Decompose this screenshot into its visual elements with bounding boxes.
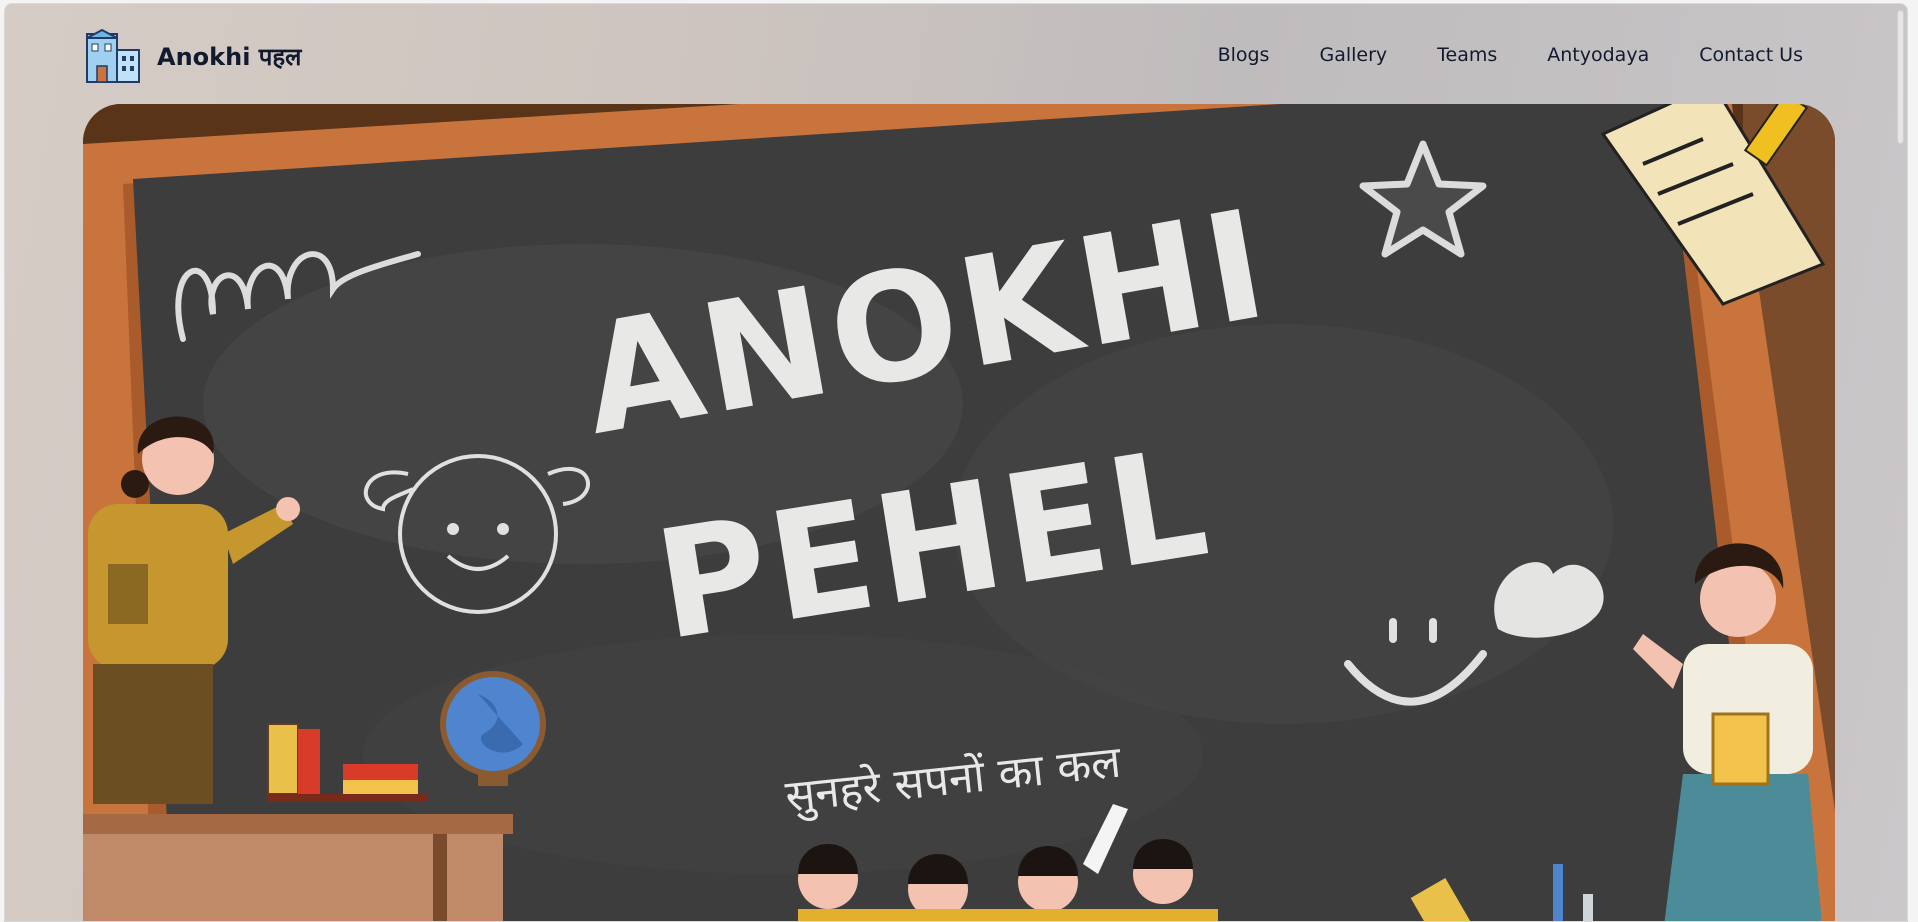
brand[interactable]: Anokhi पहल [85, 28, 301, 84]
nav-gallery-link[interactable]: Gallery [1319, 44, 1387, 66]
nav-teams-link[interactable]: Teams [1437, 44, 1497, 66]
scrollbar[interactable] [1893, 4, 1907, 921]
nav-antyodaya-link[interactable]: Antyodaya [1547, 44, 1649, 66]
browser-window: Anokhi पहल Blogs Gallery Teams Antyodaya… [4, 3, 1908, 922]
brand-name: Anokhi पहल [157, 42, 302, 71]
hero-illustration: ANOKHI PEHEL सुनहरे सपनों का कल [83, 104, 1835, 921]
site-header: Anokhi पहल Blogs Gallery Teams Antyodaya… [5, 4, 1895, 104]
main-nav: Blogs Gallery Teams Antyodaya Contact Us [1218, 44, 1803, 66]
nav-blogs-link[interactable]: Blogs [1218, 44, 1270, 66]
scrollbar-thumb[interactable] [1897, 10, 1904, 144]
hero-banner: ANOKHI PEHEL सुनहरे सपनों का कल [83, 104, 1835, 921]
nav-contact-link[interactable]: Contact Us [1699, 44, 1803, 66]
school-building-icon [86, 28, 140, 83]
